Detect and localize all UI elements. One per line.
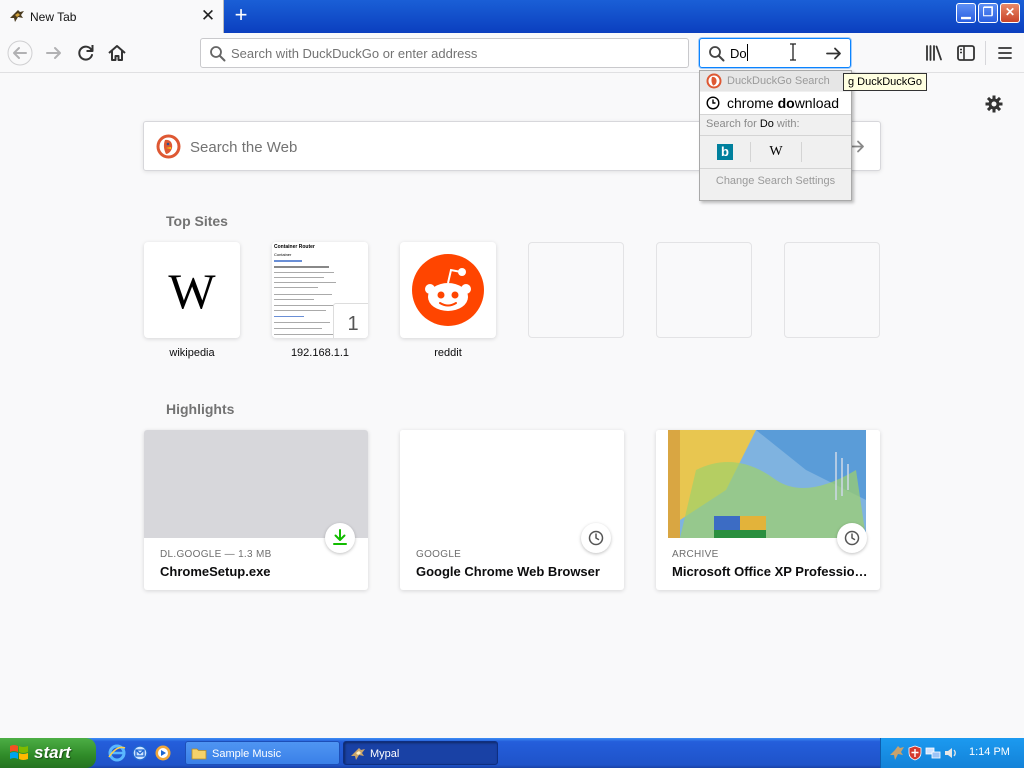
- bing-engine-button[interactable]: b: [700, 136, 750, 168]
- wikipedia-engine-button[interactable]: W: [751, 136, 801, 168]
- highlight-card[interactable]: DL.GOOGLE — 1.3 MB ChromeSetup.exe: [144, 430, 368, 590]
- search-suggestions-popup: DuckDuckGo Search chrome download Search…: [699, 70, 852, 201]
- reddit-logo-icon: [412, 254, 484, 326]
- highlight-title: Microsoft Office XP Profession...: [672, 564, 872, 579]
- wikipedia-icon: W: [769, 144, 783, 159]
- windows-logo-icon: [10, 745, 28, 760]
- history-icon: [706, 96, 720, 110]
- media-player-icon[interactable]: [154, 744, 172, 762]
- download-icon: [325, 523, 355, 553]
- tooltip: g DuckDuckGo: [843, 73, 927, 91]
- new-tab-button[interactable]: +: [230, 4, 252, 27]
- history-icon: [837, 523, 867, 553]
- navigation-toolbar: Do: [0, 33, 1024, 73]
- taskbar-button-mypal[interactable]: Mypal: [343, 741, 498, 765]
- tab-title: New Tab: [30, 10, 77, 24]
- top-site-label[interactable]: reddit: [400, 347, 496, 359]
- highlight-source: GOOGLE: [416, 549, 462, 560]
- outlook-express-icon[interactable]: [131, 744, 149, 762]
- thumbnail-heading: Container Router: [274, 244, 315, 250]
- bing-icon: b: [717, 144, 733, 160]
- top-site-empty-slot: [528, 242, 624, 338]
- start-label: start: [34, 743, 71, 762]
- taskbar-button-sample-music[interactable]: Sample Music: [185, 741, 340, 765]
- library-icon[interactable]: [922, 41, 946, 65]
- system-tray: 1:14 PM: [880, 738, 1024, 768]
- top-site-tile-wikipedia[interactable]: W: [144, 242, 240, 338]
- wikipedia-logo-icon: W: [168, 263, 216, 319]
- reload-icon[interactable]: [74, 41, 98, 65]
- top-site-empty-slot: [656, 242, 752, 338]
- volume-icon[interactable]: [943, 745, 959, 761]
- search-icon[interactable]: [708, 45, 725, 62]
- text-caret: [747, 44, 748, 61]
- sidebar-icon[interactable]: [954, 41, 978, 65]
- highlight-title: ChromeSetup.exe: [160, 564, 271, 579]
- highlight-source: DL.GOOGLE — 1.3 MB: [160, 549, 272, 560]
- duckduckgo-logo-icon: [156, 134, 181, 159]
- top-site-label[interactable]: wikipedia: [144, 347, 240, 359]
- menu-icon[interactable]: [993, 41, 1017, 65]
- search-icon: [210, 46, 226, 62]
- task-label: Sample Music: [212, 748, 282, 760]
- container-badge: 1: [333, 303, 368, 338]
- tray-app-icon[interactable]: [889, 745, 905, 761]
- suggestion-match: do: [777, 95, 795, 111]
- toolbar-divider: [985, 41, 986, 65]
- search-for-term: Do: [759, 118, 774, 130]
- engine-label: DuckDuckGo Search: [727, 75, 830, 87]
- highlight-card[interactable]: GOOGLE Google Chrome Web Browser: [400, 430, 624, 590]
- tab-strip: New Tab ✕ + ▁ ❐ ✕: [0, 0, 1024, 33]
- suggestion-prefix: chrome: [727, 95, 778, 111]
- task-label: Mypal: [370, 748, 400, 760]
- search-for-prefix: Search for: [706, 118, 760, 130]
- search-for-suffix: with:: [773, 118, 800, 130]
- highlight-card[interactable]: ARCHIVE Microsoft Office XP Profession..…: [656, 430, 880, 590]
- highlight-source: ARCHIVE: [672, 549, 719, 560]
- close-window-button[interactable]: ✕: [1000, 3, 1020, 23]
- clock: 1:14 PM: [969, 746, 1010, 758]
- settings-gear-icon[interactable]: [984, 94, 1004, 114]
- suggestion-item[interactable]: chrome download: [700, 92, 851, 114]
- search-bar[interactable]: Do: [699, 38, 851, 68]
- engine-header: DuckDuckGo Search: [700, 71, 851, 91]
- taskbar: start Sample Music Mypal 1:14 PM: [0, 738, 1024, 768]
- suggestion-suffix: wnload: [794, 95, 840, 111]
- go-arrow-icon[interactable]: [825, 45, 843, 62]
- folder-icon: [191, 748, 207, 760]
- security-shield-icon[interactable]: [907, 745, 923, 761]
- minimize-button[interactable]: ▁: [956, 3, 976, 23]
- suggestion-text: chrome download: [727, 95, 839, 111]
- restore-button[interactable]: ❐: [978, 3, 998, 23]
- network-icon[interactable]: [925, 745, 941, 761]
- highlight-thumbnail: [400, 430, 624, 538]
- duckduckgo-icon: [706, 73, 722, 89]
- back-button[interactable]: [7, 40, 33, 66]
- home-icon[interactable]: [105, 41, 129, 65]
- thumbnail-subheading: Container: [274, 252, 292, 257]
- mypal-icon: [351, 748, 365, 760]
- top-site-tile-router[interactable]: Container Router Container 1: [272, 242, 368, 338]
- tab-new-tab[interactable]: New Tab ✕: [0, 0, 224, 33]
- highlight-thumbnail: [144, 430, 368, 538]
- highlight-title: Google Chrome Web Browser: [416, 564, 600, 579]
- tab-close-icon[interactable]: ✕: [198, 6, 218, 26]
- highlights-title: Highlights: [166, 401, 235, 417]
- search-bar-input[interactable]: Do: [730, 46, 747, 61]
- mypal-favicon-icon: [10, 10, 24, 22]
- forward-button[interactable]: [42, 41, 66, 65]
- address-input[interactable]: [231, 44, 671, 62]
- top-sites-title: Top Sites: [166, 213, 228, 229]
- history-icon: [581, 523, 611, 553]
- change-search-settings-button[interactable]: Change Search Settings: [700, 175, 851, 187]
- top-site-tile-reddit[interactable]: [400, 242, 496, 338]
- internet-explorer-icon[interactable]: [108, 744, 126, 762]
- start-button[interactable]: start: [0, 738, 96, 768]
- top-site-empty-slot: [784, 242, 880, 338]
- address-bar[interactable]: [200, 38, 689, 68]
- top-site-label[interactable]: 192.168.1.1: [272, 347, 368, 359]
- office-box-thumbnail: [656, 430, 880, 538]
- search-for-label: Search for Do with:: [706, 118, 800, 130]
- text-cursor-icon: [790, 43, 796, 61]
